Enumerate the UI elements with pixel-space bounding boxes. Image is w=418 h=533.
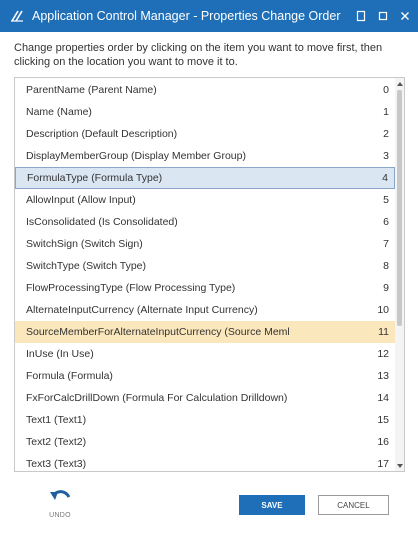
property-label: SwitchType (Switch Type): [26, 260, 147, 272]
property-label: SwitchSign (Switch Sign): [26, 238, 143, 250]
property-row[interactable]: Text3 (Text3) 17: [15, 453, 395, 471]
property-order: 17: [377, 458, 389, 470]
property-order: 15: [377, 414, 389, 426]
properties-list[interactable]: ParentName (Parent Name) 0 Name (Name) 1 Des…: [14, 77, 405, 472]
property-row[interactable]: AllowInput (Allow Input) 5: [15, 189, 395, 211]
property-row[interactable]: FlowProcessingType (Flow Processing Type…: [15, 277, 395, 299]
property-row[interactable]: Formula (Formula) 13: [15, 365, 395, 387]
app-logo-icon: [4, 0, 30, 32]
property-order: 16: [377, 436, 389, 448]
property-order: 9: [383, 282, 389, 294]
property-label: FlowProcessingType (Flow Processing Type…: [26, 282, 236, 294]
scroll-down-icon[interactable]: [395, 461, 404, 470]
instruction-text: Change properties order by clicking on t…: [14, 42, 383, 68]
property-row[interactable]: FxForCalcDrillDown (Formula For Calculat…: [15, 387, 395, 409]
property-label: AllowInput (Allow Input): [26, 194, 136, 206]
property-row[interactable]: SwitchType (Switch Type) 8: [15, 255, 395, 277]
property-label: FxForCalcDrillDown (Formula For Calculat…: [26, 392, 288, 404]
property-label: Text3 (Text3): [26, 458, 87, 470]
property-order: 7: [383, 238, 389, 250]
undo-arrow-icon: [49, 488, 71, 509]
property-label: Formula (Formula): [26, 370, 113, 382]
property-order: 1: [383, 106, 389, 118]
property-row[interactable]: FormulaType (Formula Type) 4: [15, 167, 395, 189]
property-order: 4: [382, 172, 388, 184]
undo-button[interactable]: UNDO: [40, 488, 80, 528]
property-row[interactable]: ParentName (Parent Name) 0: [15, 79, 395, 101]
property-order: 12: [377, 348, 389, 360]
save-button[interactable]: SAVE: [239, 495, 305, 515]
window-title: Application Control Manager - Properties…: [32, 9, 341, 23]
property-row[interactable]: Text2 (Text2) 16: [15, 431, 395, 453]
property-label: FormulaType (Formula Type): [27, 172, 163, 184]
property-order: 14: [377, 392, 389, 404]
property-row[interactable]: AlternateInputCurrency (Alternate Input …: [15, 299, 395, 321]
property-label: SourceMemberForAlternateInputCurrency (S…: [26, 326, 290, 338]
property-label: Text1 (Text1): [26, 414, 87, 426]
property-row[interactable]: DisplayMemberGroup (Display Member Group…: [15, 145, 395, 167]
close-icon[interactable]: [394, 0, 416, 32]
properties-list-viewport: ParentName (Parent Name) 0 Name (Name) 1 Des…: [15, 78, 395, 471]
undo-label: UNDO: [49, 512, 71, 519]
property-order: 5: [383, 194, 389, 206]
property-order: 11: [378, 326, 389, 338]
scroll-up-icon[interactable]: [395, 79, 404, 88]
property-label: Description (Default Description): [26, 128, 178, 140]
property-label: DisplayMemberGroup (Display Member Group…: [26, 150, 246, 162]
property-order: 2: [383, 128, 389, 140]
property-row[interactable]: InUse (In Use) 12: [15, 343, 395, 365]
property-order: 13: [377, 370, 389, 382]
property-label: InUse (In Use): [26, 348, 94, 360]
property-row[interactable]: IsConsolidated (Is Consolidated) 6: [15, 211, 395, 233]
property-label: Name (Name): [26, 106, 92, 118]
property-order: 3: [383, 150, 389, 162]
property-label: ParentName (Parent Name): [26, 84, 157, 96]
property-row[interactable]: Name (Name) 1: [15, 101, 395, 123]
property-row[interactable]: Description (Default Description) 2: [15, 123, 395, 145]
property-row[interactable]: Text1 (Text1) 15: [15, 409, 395, 431]
property-order: 0: [383, 84, 389, 96]
property-row[interactable]: SwitchSign (Switch Sign) 7: [15, 233, 395, 255]
scroll-thumb[interactable]: [397, 90, 402, 326]
property-order: 8: [383, 260, 389, 272]
property-label: IsConsolidated (Is Consolidated): [26, 216, 178, 228]
vertical-scrollbar[interactable]: [395, 78, 404, 471]
property-row[interactable]: SourceMemberForAlternateInputCurrency (S…: [15, 321, 395, 343]
maximize-icon[interactable]: [372, 0, 394, 32]
property-label: Text2 (Text2): [26, 436, 87, 448]
title-bar: Application Control Manager - Properties…: [0, 0, 418, 32]
property-order: 10: [377, 304, 389, 316]
property-label: AlternateInputCurrency (Alternate Input …: [26, 304, 258, 316]
restore-icon[interactable]: [350, 0, 372, 32]
cancel-button[interactable]: CANCEL: [318, 495, 389, 515]
property-order: 6: [383, 216, 389, 228]
